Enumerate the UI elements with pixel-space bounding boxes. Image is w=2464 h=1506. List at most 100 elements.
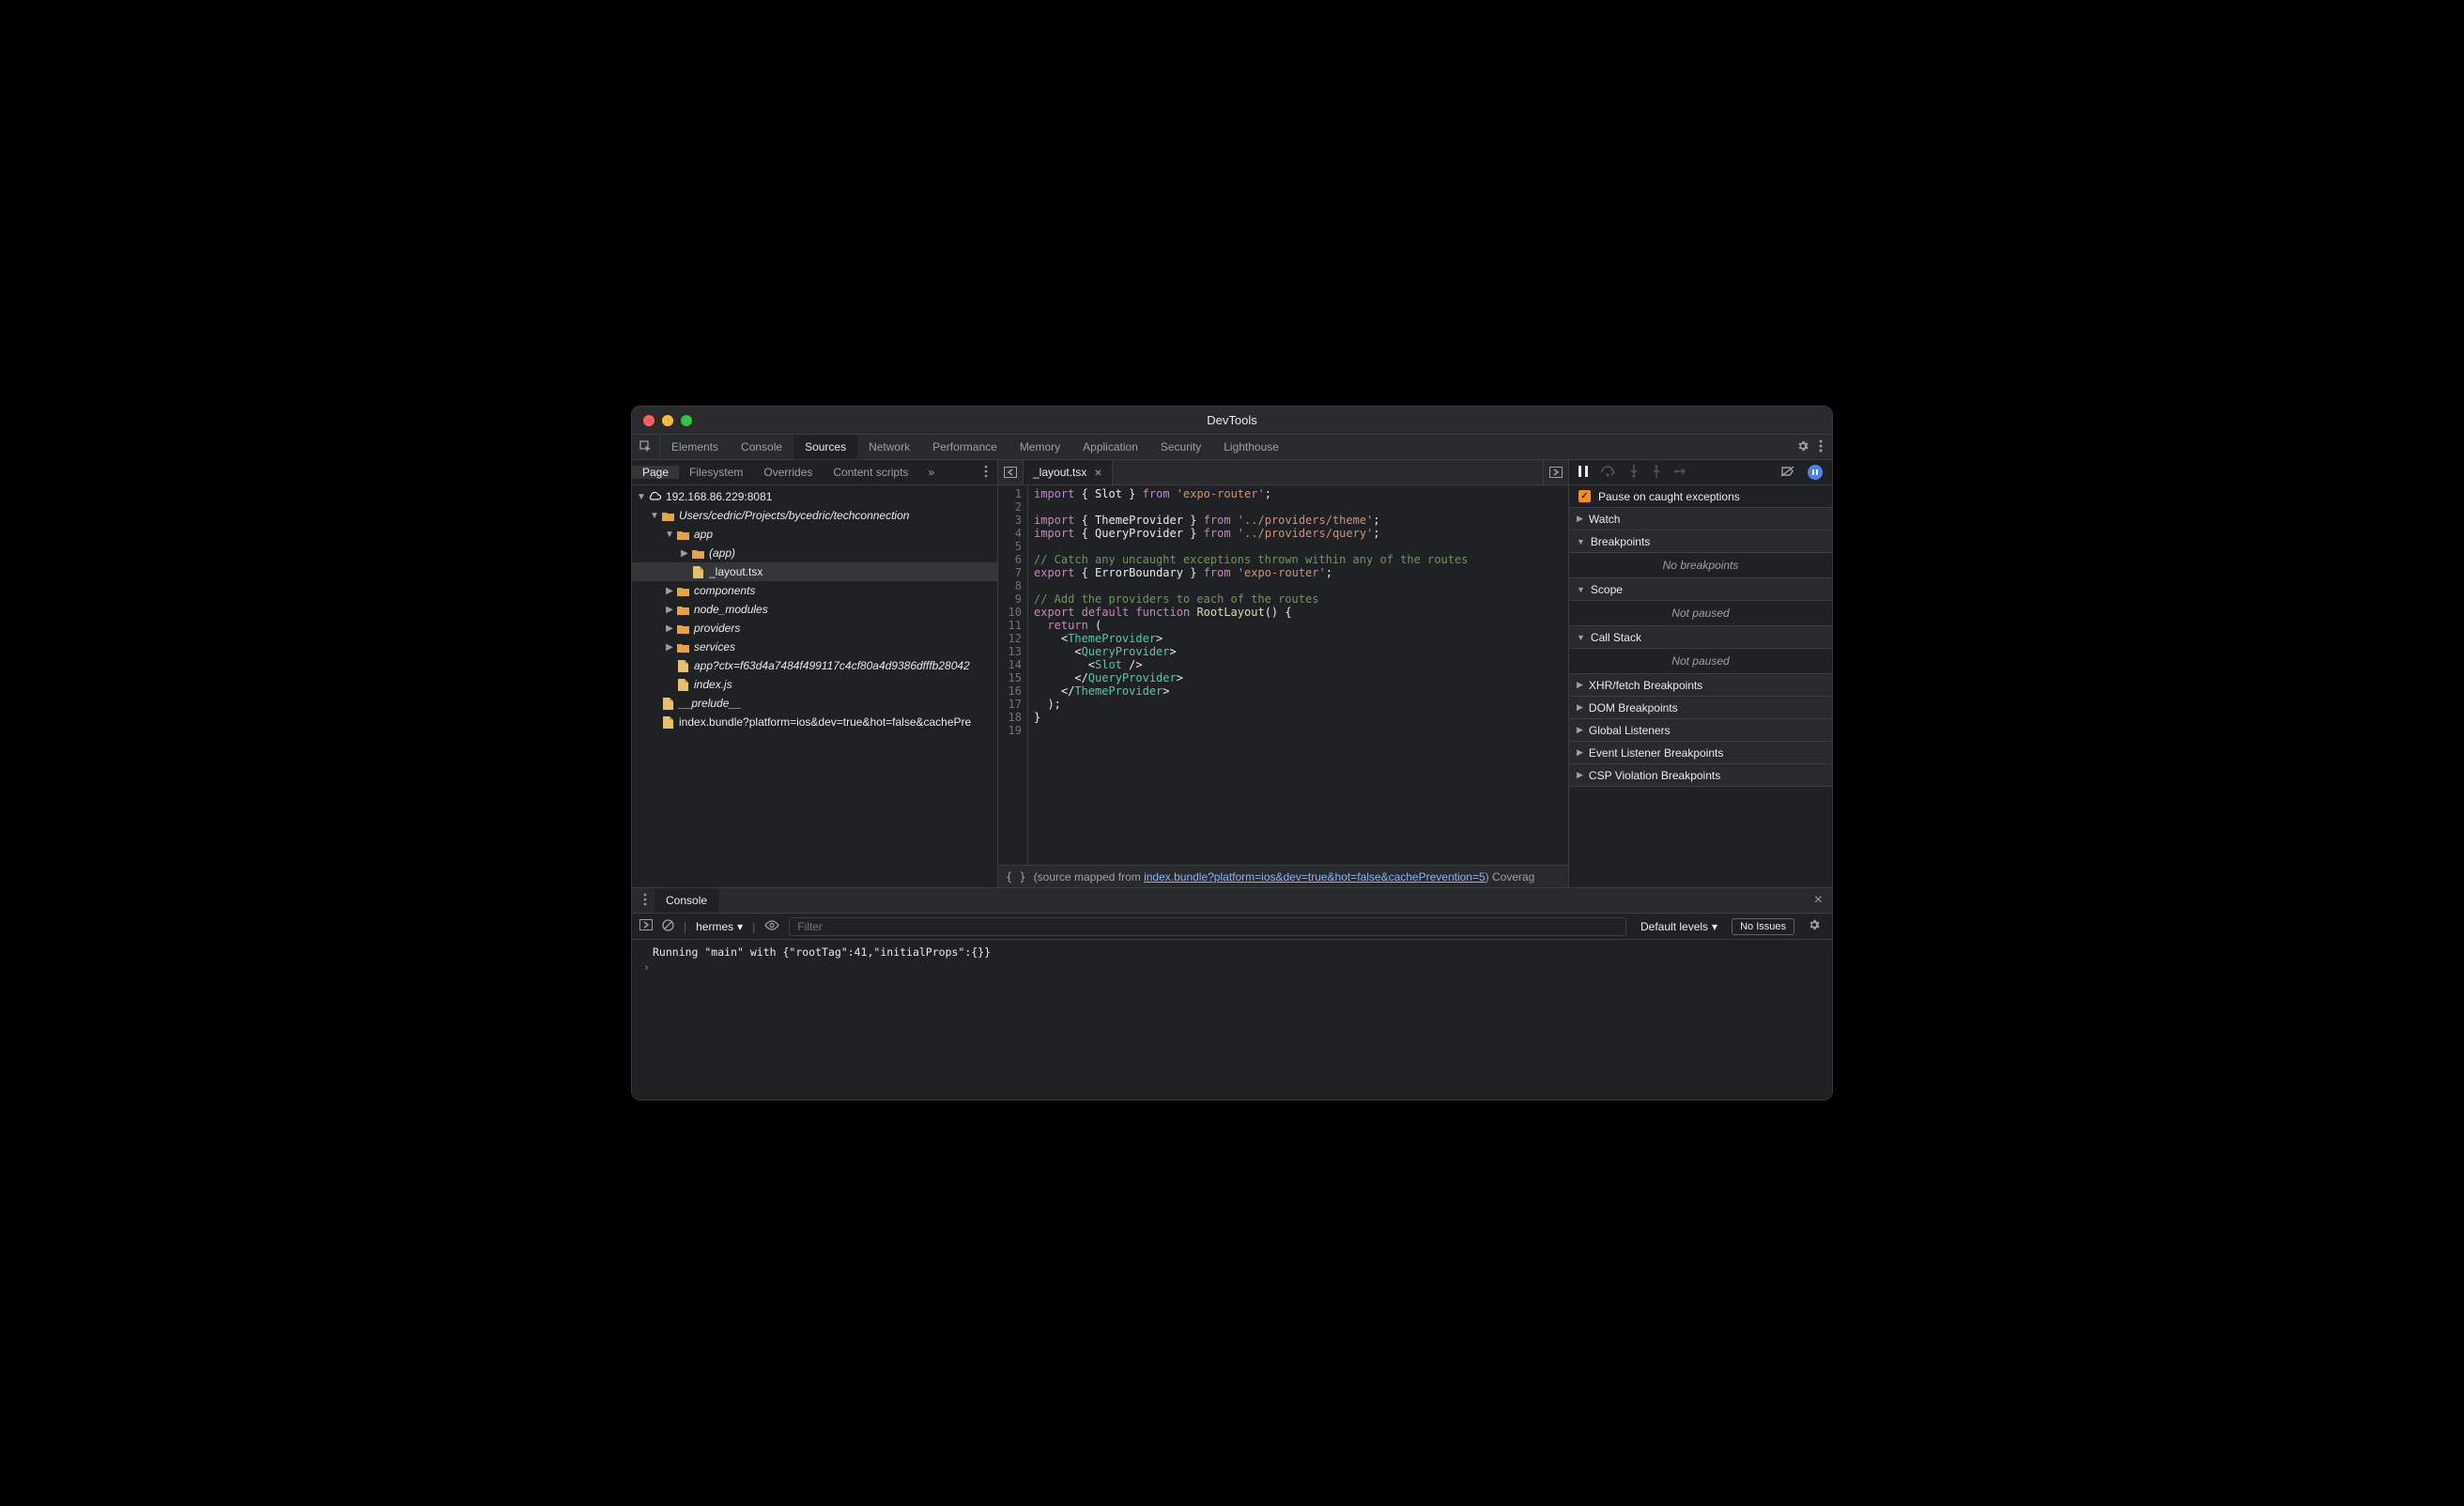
pause-on-exceptions-button[interactable] <box>1808 465 1823 480</box>
accordion-event-listener-breakpoints[interactable]: ▶Event Listener Breakpoints <box>1569 742 1832 764</box>
accordion-watch[interactable]: ▶Watch <box>1569 508 1832 530</box>
tab-console[interactable]: Console <box>730 435 793 459</box>
subtab-overrides[interactable]: Overrides <box>753 466 823 479</box>
tree-folder-node-modules[interactable]: ▶ node_modules <box>632 600 997 619</box>
chevron-icon: ▼ <box>1577 537 1585 546</box>
chevron-icon: ▶ <box>1577 770 1583 780</box>
tree-folder-providers[interactable]: ▶ providers <box>632 619 997 638</box>
file-icon <box>675 678 690 691</box>
tab-lighthouse[interactable]: Lighthouse <box>1212 435 1290 459</box>
console-sidebar-toggle[interactable] <box>639 919 653 933</box>
accordion-scope[interactable]: ▼Scope <box>1569 578 1832 601</box>
source-map-link[interactable]: index.bundle?platform=ios&dev=true&hot=f… <box>1144 870 1486 884</box>
chevron-icon: ▶ <box>1577 747 1583 758</box>
console-filter-input[interactable] <box>789 917 1626 936</box>
accordion-global-listeners[interactable]: ▶Global Listeners <box>1569 719 1832 742</box>
chevron-icon: ▼ <box>1577 585 1585 594</box>
step-over-button[interactable] <box>1601 466 1616 480</box>
navigator-menu-button[interactable] <box>978 465 993 481</box>
accordion-label: CSP Violation Breakpoints <box>1589 769 1720 782</box>
file-tree[interactable]: ▼ 192.168.86.229:8081 ▼ Users/cedric/Pro… <box>632 485 997 887</box>
close-window-button[interactable] <box>643 415 654 426</box>
issues-badge[interactable]: No Issues <box>1732 918 1794 935</box>
subtab-content-scripts[interactable]: Content scripts <box>823 466 918 479</box>
drawer-menu-button[interactable] <box>636 893 654 909</box>
tree-file-layout[interactable]: _layout.tsx <box>632 562 997 581</box>
tree-file-appctx[interactable]: app?ctx=f63d4a7484f499117c4cf80a4d9386df… <box>632 656 997 675</box>
tab-sources[interactable]: Sources <box>793 435 857 459</box>
clear-console-button[interactable] <box>662 919 674 934</box>
braces-icon[interactable]: { } <box>1006 870 1026 884</box>
toggle-navigator-button[interactable] <box>998 460 1024 484</box>
toggle-debugger-button[interactable] <box>1543 460 1568 484</box>
tab-network[interactable]: Network <box>857 435 921 459</box>
tree-root-folder[interactable]: ▼ Users/cedric/Projects/bycedric/techcon… <box>632 506 997 525</box>
subtab-page[interactable]: Page <box>632 466 679 479</box>
step-button[interactable] <box>1674 466 1687 480</box>
folder-icon <box>675 622 690 635</box>
sidebar-icon <box>639 919 653 930</box>
drawer-tab-console[interactable]: Console <box>654 888 718 913</box>
console-context-selector[interactable]: hermes ▾ <box>696 920 743 933</box>
more-subtabs-button[interactable]: » <box>922 466 940 479</box>
step-out-icon <box>1652 465 1661 478</box>
tree-origin[interactable]: ▼ 192.168.86.229:8081 <box>632 487 997 506</box>
more-menu-button[interactable] <box>1819 439 1823 455</box>
debugger-pane: ✓ Pause on caught exceptions ▶Watch▼Brea… <box>1569 460 1832 887</box>
tree-folder-app[interactable]: ▼ app <box>632 525 997 544</box>
accordion-csp-violation-breakpoints[interactable]: ▶ CSP Violation Breakpoints <box>1569 764 1832 787</box>
tree-folder-components[interactable]: ▶ components <box>632 581 997 600</box>
tree-folder-services[interactable]: ▶ services <box>632 638 997 656</box>
tab-elements[interactable]: Elements <box>660 435 730 459</box>
accordion-breakpoints[interactable]: ▼Breakpoints <box>1569 530 1832 553</box>
code-editor[interactable]: 12345678910111213141516171819 import { S… <box>998 485 1568 865</box>
inspect-element-button[interactable] <box>632 435 660 459</box>
folder-icon <box>690 546 705 560</box>
console-output[interactable]: Running "main" with {"rootTag":41,"initi… <box>632 940 1832 1099</box>
console-settings-button[interactable] <box>1804 918 1825 934</box>
pause-icon <box>1578 466 1588 477</box>
drawer: Console × | hermes ▾ | Default levels ▾ … <box>632 887 1832 1099</box>
step-out-button[interactable] <box>1652 465 1661 481</box>
gear-icon <box>1796 439 1810 453</box>
sources-navigator: PageFilesystemOverridesContent scripts »… <box>632 460 998 887</box>
drawer-close-button[interactable]: × <box>1805 892 1832 909</box>
accordion-body: Not paused <box>1569 601 1832 626</box>
editor-tab[interactable]: _layout.tsx × <box>1024 460 1113 484</box>
code-content[interactable]: import { Slot } from 'expo-router'; impo… <box>1028 485 1568 865</box>
file-icon <box>675 659 690 672</box>
accordion-xhr-fetch-breakpoints[interactable]: ▶XHR/fetch Breakpoints <box>1569 674 1832 697</box>
accordion-call-stack[interactable]: ▼Call Stack <box>1569 626 1832 649</box>
step-into-button[interactable] <box>1629 465 1639 481</box>
chevron-icon: ▶ <box>1577 725 1583 735</box>
console-prompt[interactable]: › <box>641 960 1823 974</box>
tree-folder-app-nested[interactable]: ▶ (app) <box>632 544 997 562</box>
console-levels-selector[interactable]: Default levels ▾ <box>1636 919 1722 934</box>
accordion-dom-breakpoints[interactable]: ▶DOM Breakpoints <box>1569 697 1832 719</box>
console-log-line: Running "main" with {"rootTag":41,"initi… <box>641 944 1823 960</box>
settings-button[interactable] <box>1796 439 1810 455</box>
console-toolbar: | hermes ▾ | Default levels ▾ No Issues <box>632 914 1832 940</box>
live-expression-button[interactable] <box>764 919 779 933</box>
zoom-window-button[interactable] <box>681 415 692 426</box>
tab-performance[interactable]: Performance <box>921 435 1009 459</box>
tab-security[interactable]: Security <box>1149 435 1212 459</box>
tab-application[interactable]: Application <box>1071 435 1149 459</box>
pause-caught-checkbox-row[interactable]: ✓ Pause on caught exceptions <box>1569 485 1832 508</box>
deactivate-breakpoints-button[interactable] <box>1781 466 1794 480</box>
tree-file-indexjs[interactable]: index.js <box>632 675 997 694</box>
sources-subtabbar: PageFilesystemOverridesContent scripts » <box>632 460 997 485</box>
subtab-filesystem[interactable]: Filesystem <box>679 466 753 479</box>
tree-file-prelude[interactable]: __prelude__ <box>632 694 997 713</box>
tree-file-bundle[interactable]: index.bundle?platform=ios&dev=true&hot=f… <box>632 713 997 731</box>
tab-memory[interactable]: Memory <box>1009 435 1071 459</box>
editor-pane: _layout.tsx × 12345678910111213141516171… <box>998 460 1569 887</box>
minimize-window-button[interactable] <box>662 415 673 426</box>
chevron-icon: ▼ <box>1577 633 1585 642</box>
pause-resume-button[interactable] <box>1578 466 1588 480</box>
chevron-down-icon: ▾ <box>1712 920 1717 933</box>
debugger-toolbar <box>1569 460 1832 485</box>
close-tab-button[interactable]: × <box>1094 466 1101 479</box>
chevron-icon: ▶ <box>1577 702 1583 713</box>
checkbox-checked-icon[interactable]: ✓ <box>1578 490 1591 502</box>
